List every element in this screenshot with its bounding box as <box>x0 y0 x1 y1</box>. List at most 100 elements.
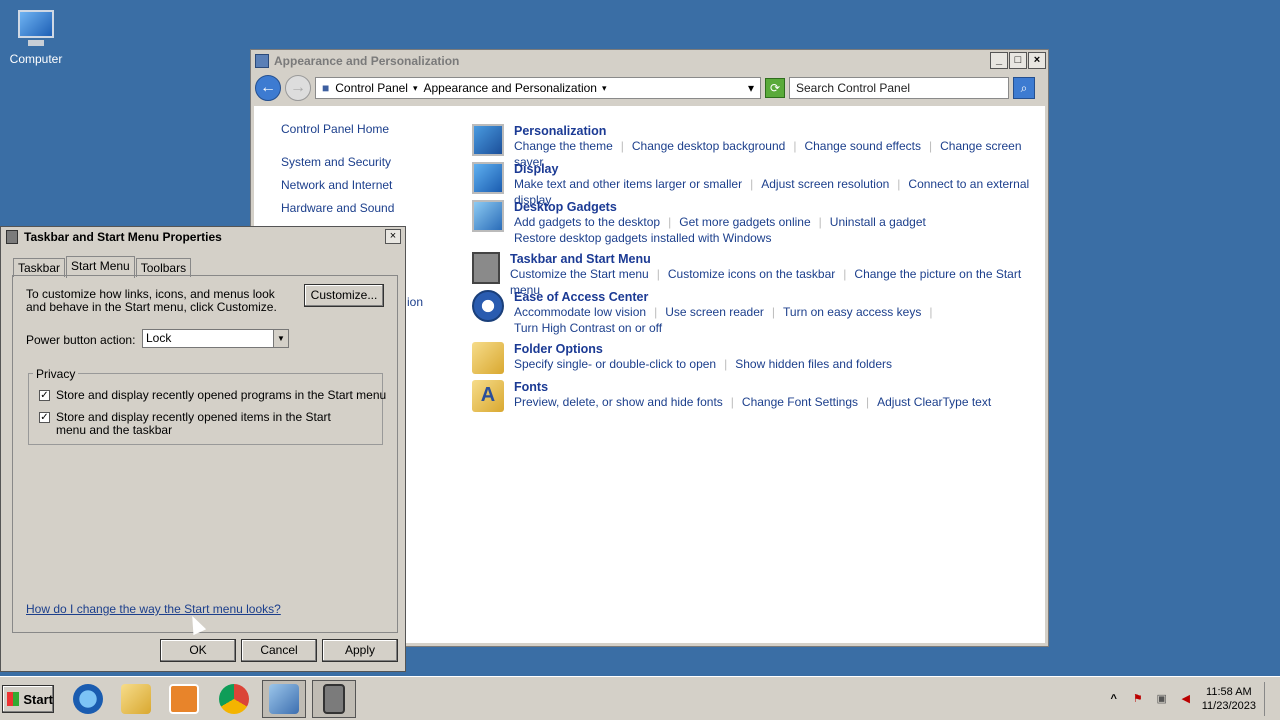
taskbar-icon <box>6 230 18 244</box>
link-preview-fonts[interactable]: Preview, delete, or show and hide fonts <box>514 395 723 409</box>
breadcrumb-appearance[interactable]: Appearance and Personalization <box>424 81 607 95</box>
link-font-settings[interactable]: Change Font Settings <box>742 395 858 409</box>
category-title[interactable]: Desktop Gadgets <box>514 200 926 214</box>
link-screen-reader[interactable]: Use screen reader <box>665 305 764 319</box>
taskbar-explorer[interactable] <box>114 680 158 718</box>
volume-muted-icon[interactable]: ◀ <box>1178 691 1194 707</box>
link-customize-taskbar-icons[interactable]: Customize icons on the taskbar <box>668 267 835 281</box>
nav-control-panel-home[interactable]: Control Panel Home <box>281 122 471 136</box>
taskbar-chrome[interactable] <box>212 680 256 718</box>
windows-logo-icon <box>7 692 20 706</box>
privacy-label: Privacy <box>33 367 79 381</box>
checkbox-recent-items[interactable]: ✓ Store and display recently opened item… <box>39 411 359 437</box>
taskbar-taskbar-properties[interactable] <box>312 680 356 718</box>
power-button-select[interactable]: Lock ▼ <box>142 329 289 348</box>
chrome-icon <box>219 684 249 714</box>
link-high-contrast[interactable]: Turn High Contrast on or off <box>514 321 662 335</box>
help-link[interactable]: How do I change the way the Start menu l… <box>26 602 281 616</box>
checkbox-checked-icon[interactable]: ✓ <box>39 390 50 401</box>
link-restore-gadgets[interactable]: Restore desktop gadgets installed with W… <box>514 231 771 245</box>
category-fonts: A Fonts Preview, delete, or show and hid… <box>472 380 1035 418</box>
link-customize-start[interactable]: Customize the Start menu <box>510 267 649 281</box>
partial-nav-text[interactable]: ion <box>407 295 423 309</box>
link-easy-access-keys[interactable]: Turn on easy access keys <box>783 305 921 319</box>
media-player-icon <box>169 684 199 714</box>
fonts-icon: A <box>472 380 504 412</box>
close-button[interactable]: × <box>1028 52 1046 69</box>
link-change-theme[interactable]: Change the theme <box>514 139 613 153</box>
dialog-titlebar[interactable]: Taskbar and Start Menu Properties <box>1 227 405 247</box>
checkbox-recent-programs[interactable]: ✓ Store and display recently opened prog… <box>39 389 386 402</box>
folder-icon: ■ <box>322 81 330 95</box>
category-title[interactable]: Display <box>514 162 1035 176</box>
start-button[interactable]: Start <box>2 685 54 713</box>
ok-button[interactable]: OK <box>160 639 236 662</box>
nav-network-internet[interactable]: Network and Internet <box>281 178 471 192</box>
internet-explorer-icon <box>73 684 103 714</box>
chevron-down-icon[interactable]: ▾ <box>748 81 754 95</box>
category-personalization: Personalization Change the theme | Change … <box>472 124 1035 169</box>
power-button-label: Power button action: <box>26 333 136 347</box>
link-single-double-click[interactable]: Specify single- or double-click to open <box>514 357 716 371</box>
link-low-vision[interactable]: Accommodate low vision <box>514 305 646 319</box>
nav-system-security[interactable]: System and Security <box>281 155 471 169</box>
chevron-down-icon[interactable]: ▼ <box>273 330 288 347</box>
show-hidden-icons-button[interactable]: ^ <box>1106 691 1122 707</box>
maximize-button[interactable]: □ <box>1009 52 1027 69</box>
taskbar-control-panel[interactable] <box>262 680 306 718</box>
taskbar-properties-dialog: Taskbar and Start Menu Properties × Task… <box>0 226 406 672</box>
gadgets-icon <box>472 200 504 232</box>
left-navigation: Control Panel Home System and Security N… <box>281 122 471 224</box>
link-text-size[interactable]: Make text and other items larger or smal… <box>514 177 742 191</box>
link-sound-effects[interactable]: Change sound effects <box>804 139 921 153</box>
clock[interactable]: 11:58 AM 11/23/2023 <box>1202 685 1256 713</box>
link-cleartype[interactable]: Adjust ClearType text <box>877 395 991 409</box>
link-more-gadgets[interactable]: Get more gadgets online <box>679 215 810 229</box>
dialog-title: Taskbar and Start Menu Properties <box>24 230 222 244</box>
link-hidden-files[interactable]: Show hidden files and folders <box>735 357 892 371</box>
forward-button[interactable]: → <box>285 75 311 101</box>
cancel-button[interactable]: Cancel <box>241 639 317 662</box>
customize-button[interactable]: Customize... <box>304 284 384 307</box>
category-title[interactable]: Folder Options <box>514 342 892 356</box>
category-title[interactable]: Fonts <box>514 380 991 394</box>
taskbar: Start ^ ⚑ ▣ ◀ 11:58 AM 11/23/2023 <box>0 676 1280 720</box>
checkbox-checked-icon[interactable]: ✓ <box>39 412 50 423</box>
category-taskbar-start: Taskbar and Start Menu Customize the Sta… <box>472 252 1035 297</box>
link-add-gadgets[interactable]: Add gadgets to the desktop <box>514 215 660 229</box>
network-icon[interactable]: ▣ <box>1154 691 1170 707</box>
minimize-button[interactable]: _ <box>990 52 1008 69</box>
category-list: Personalization Change the theme | Change … <box>472 124 1035 418</box>
category-title[interactable]: Personalization <box>514 124 1035 138</box>
desktop-icon-label: Computer <box>9 52 63 66</box>
window-titlebar[interactable]: Appearance and Personalization <box>251 50 1048 72</box>
window-title: Appearance and Personalization <box>274 54 460 68</box>
address-bar[interactable]: ■ Control Panel Appearance and Personali… <box>315 77 761 99</box>
breadcrumb-control-panel[interactable]: Control Panel <box>335 81 417 95</box>
personalization-icon <box>472 124 504 156</box>
action-center-icon[interactable]: ⚑ <box>1130 691 1146 707</box>
link-uninstall-gadget[interactable]: Uninstall a gadget <box>830 215 926 229</box>
refresh-button[interactable]: ⟳ <box>765 78 785 98</box>
category-folder-options: Folder Options Specify single- or double… <box>472 342 1035 380</box>
apply-button[interactable]: Apply <box>322 639 398 662</box>
search-input[interactable]: Search Control Panel <box>789 77 1009 99</box>
show-desktop-button[interactable] <box>1264 682 1276 716</box>
desktop-icon-computer[interactable]: Computer <box>6 8 66 66</box>
back-button[interactable]: ← <box>255 75 281 101</box>
display-icon <box>472 162 504 194</box>
category-title[interactable]: Taskbar and Start Menu <box>510 252 1035 266</box>
system-tray: ^ ⚑ ▣ ◀ 11:58 AM 11/23/2023 <box>1106 681 1280 717</box>
taskbar-internet-explorer[interactable] <box>66 680 110 718</box>
tab-strip: Taskbar Start Menu Toolbars <box>13 255 192 278</box>
link-desktop-background[interactable]: Change desktop background <box>632 139 785 153</box>
nav-hardware-sound[interactable]: Hardware and Sound <box>281 201 471 215</box>
intro-text: To customize how links, icons, and menus… <box>26 287 277 314</box>
category-title[interactable]: Ease of Access Center <box>514 290 940 304</box>
link-screen-resolution[interactable]: Adjust screen resolution <box>761 177 889 191</box>
search-icon[interactable]: ⌕ <box>1013 77 1035 99</box>
search-placeholder: Search Control Panel <box>796 81 911 95</box>
folder-icon <box>121 684 151 714</box>
close-button[interactable]: × <box>385 229 401 244</box>
taskbar-media-player[interactable] <box>162 680 206 718</box>
